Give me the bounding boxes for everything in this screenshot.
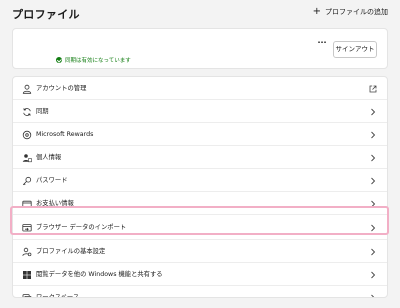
- sync-icon: [21, 106, 32, 117]
- profile-card: 同期は有効になっています ··· サインアウト: [12, 28, 388, 69]
- external-link-icon: [368, 84, 377, 93]
- menu-item-manage-account[interactable]: アカウントの管理: [13, 77, 387, 100]
- menu-item-label: お支払い情報: [36, 200, 74, 207]
- menu-item-share-with-windows[interactable]: 閲覧データを他の Windows 機能と共有する: [13, 263, 387, 286]
- menu-item-label: Microsoft Rewards: [36, 131, 94, 138]
- menu-item-label: プロファイルの基本設定: [36, 248, 106, 255]
- menu-item-label: 同期: [36, 108, 49, 115]
- menu-item-label: アカウントの管理: [36, 85, 87, 92]
- chevron-right-icon: [368, 293, 377, 297]
- page-title: プロファイル: [12, 8, 80, 21]
- signout-button[interactable]: サインアウト: [333, 41, 377, 58]
- chevron-right-icon: [368, 130, 377, 139]
- chevron-right-icon: [368, 176, 377, 185]
- windows-icon: [21, 269, 32, 280]
- menu-item-label: 個人情報: [36, 154, 62, 161]
- profile-settings-list: アカウントの管理 同期 Microsoft Rewards 個人情報 パスワード…: [12, 76, 388, 298]
- menu-item-label: パスワード: [36, 177, 68, 184]
- rewards-icon: [21, 129, 32, 140]
- profile-settings-icon: [21, 246, 32, 257]
- chevron-right-icon: [368, 247, 377, 256]
- key-icon: [21, 175, 32, 186]
- menu-item-label: 閲覧データを他の Windows 機能と共有する: [36, 271, 163, 278]
- header: プロファイル + プロファイルの追加: [12, 6, 388, 22]
- menu-item-personal-info[interactable]: 個人情報: [13, 146, 387, 169]
- menu-item-workspaces[interactable]: ワークスペース: [13, 286, 387, 298]
- menu-item-label: ブラウザー データのインポート: [36, 224, 127, 231]
- chevron-right-icon: [368, 199, 377, 208]
- chevron-right-icon: [368, 153, 377, 162]
- menu-item-payment-info[interactable]: お支払い情報: [13, 192, 387, 215]
- menu-item-passwords[interactable]: パスワード: [13, 169, 387, 192]
- workspaces-icon: [21, 292, 32, 297]
- chevron-right-icon: [368, 270, 377, 279]
- plus-icon: +: [312, 6, 321, 17]
- sync-status-text: 同期は有効になっています: [65, 58, 131, 64]
- credit-card-icon: [21, 198, 32, 209]
- person-icon: [21, 83, 32, 94]
- chevron-right-icon: [368, 223, 377, 232]
- check-circle-icon: [56, 57, 62, 63]
- menu-item-microsoft-rewards[interactable]: Microsoft Rewards: [13, 123, 387, 146]
- add-profile-label: プロファイルの追加: [325, 8, 388, 16]
- sync-status: 同期は有効になっています: [56, 56, 131, 64]
- more-options-button[interactable]: ···: [315, 38, 329, 52]
- menu-item-profile-preferences[interactable]: プロファイルの基本設定: [13, 240, 387, 263]
- chevron-right-icon: [368, 107, 377, 116]
- menu-item-sync[interactable]: 同期: [13, 100, 387, 123]
- personal-info-icon: [21, 152, 32, 163]
- menu-item-label: ワークスペース: [36, 294, 80, 298]
- menu-item-import-browser-data[interactable]: ブラウザー データのインポート: [13, 215, 387, 240]
- add-profile-button[interactable]: + プロファイルの追加: [313, 7, 388, 17]
- import-icon: [21, 222, 32, 233]
